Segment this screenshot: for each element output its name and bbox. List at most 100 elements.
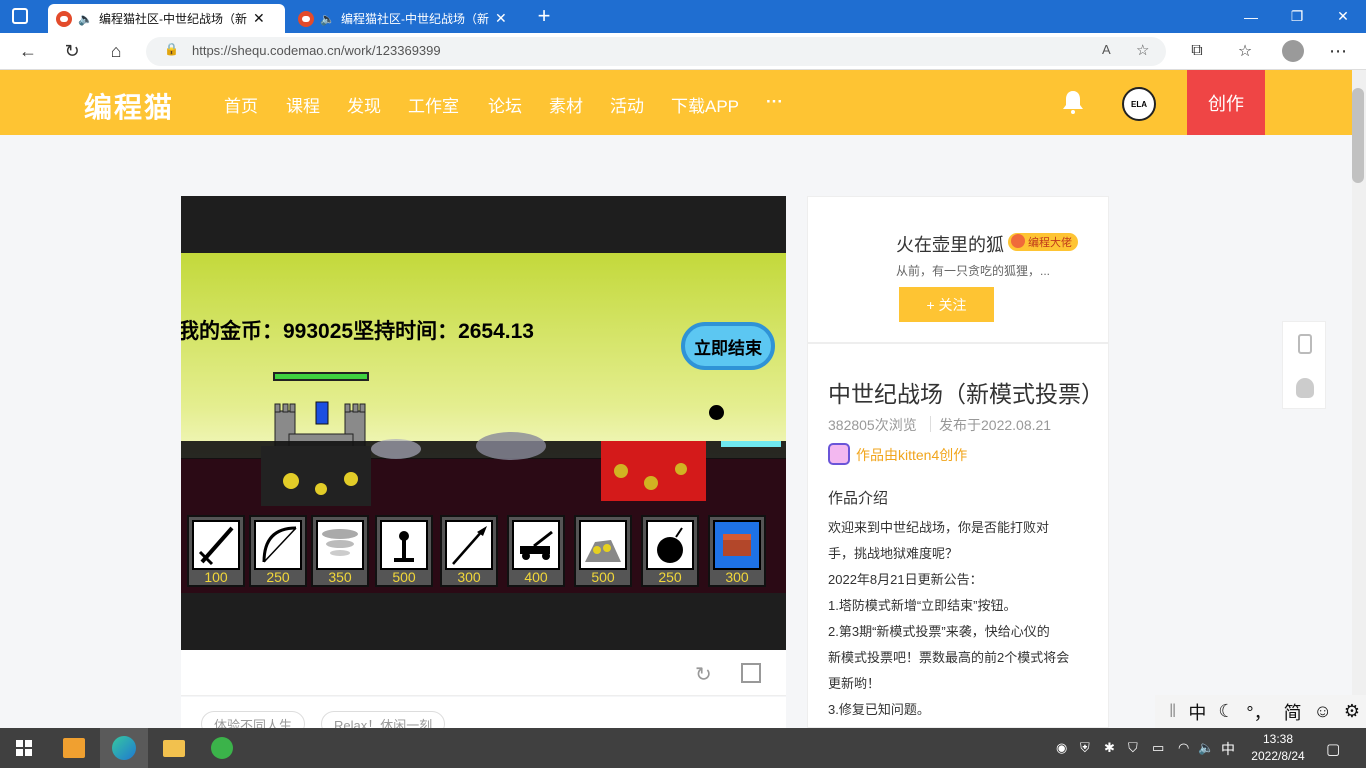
unit-button-catapult[interactable]: 400 bbox=[507, 515, 565, 587]
castle-health-bar bbox=[273, 372, 369, 381]
unit-cost: 100 bbox=[204, 569, 228, 585]
author-bio: 从前，有一只贪吃的狐狸，... bbox=[896, 264, 1051, 278]
codemao-favicon-icon bbox=[56, 10, 72, 27]
create-button[interactable]: 创作 bbox=[1187, 70, 1265, 135]
browser-tab[interactable]: 🔈 编程猫社区-中世纪战场（新 ✕ bbox=[290, 4, 527, 33]
creator-link[interactable]: 作品由kitten4创作 bbox=[856, 445, 967, 465]
battery-icon[interactable]: ▭ bbox=[1152, 740, 1164, 756]
unit-button-tornado[interactable]: 350 bbox=[311, 515, 369, 587]
intro-line: 更新哟！ bbox=[828, 676, 881, 691]
browser-tab-active[interactable]: 🔈 编程猫社区-中世纪战场（新 ✕ bbox=[48, 4, 285, 33]
nav-courses[interactable]: 课程 bbox=[286, 92, 320, 117]
treasure-icon bbox=[713, 520, 761, 570]
restart-icon[interactable]: ↻ bbox=[695, 662, 712, 687]
tab-close-button[interactable]: ✕ bbox=[253, 10, 265, 27]
unit-button-bow[interactable]: 250 bbox=[249, 515, 307, 587]
tag-row: 体验不同人生 Relax！休闲一刻 bbox=[181, 697, 786, 737]
home-icon[interactable]: ⌂ bbox=[100, 35, 132, 67]
speaker-icon[interactable]: 🔈 bbox=[78, 12, 93, 26]
record-icon[interactable]: ◉ bbox=[1056, 740, 1067, 756]
intro-heading: 作品介绍 bbox=[828, 490, 889, 507]
unit-cost: 250 bbox=[266, 569, 290, 585]
emoji-icon[interactable]: ☺ bbox=[1314, 701, 1332, 722]
new-tab-button[interactable]: + bbox=[532, 3, 556, 29]
defender-icon[interactable]: ⛉ bbox=[1128, 740, 1138, 756]
end-game-button[interactable]: 立即结束 bbox=[681, 322, 775, 370]
extensions-icon[interactable]: ⧉ bbox=[1181, 35, 1213, 67]
ime-handle-icon[interactable]: ‖ bbox=[1169, 701, 1176, 722]
bluetooth-icon[interactable]: ✱ bbox=[1104, 740, 1115, 756]
wifi-icon[interactable]: ◠ bbox=[1178, 740, 1189, 756]
tray-language[interactable]: 中 bbox=[1221, 739, 1235, 759]
bell-icon[interactable] bbox=[1062, 90, 1084, 114]
view-count: 382805次浏览 bbox=[828, 417, 917, 433]
moon-icon[interactable]: ☾ bbox=[1218, 701, 1234, 722]
browser-toolbar: ← ↻ ⌂ 🔒 https://shequ.codemao.cn/work/12… bbox=[0, 33, 1366, 70]
more-menu-icon[interactable]: ⋯ bbox=[1322, 35, 1354, 67]
cannonball bbox=[709, 405, 724, 420]
tab-close-button[interactable]: ✕ bbox=[495, 10, 507, 27]
close-window-button[interactable]: ✕ bbox=[1320, 0, 1366, 33]
nav-more[interactable]: ··· bbox=[766, 92, 783, 112]
lock-icon[interactable]: 🔒 bbox=[164, 42, 179, 56]
clock[interactable]: 13:38 2022/8/24 bbox=[1240, 731, 1316, 765]
work-title: 中世纪战场（新模式投票） bbox=[828, 381, 1093, 407]
speaker-icon[interactable]: 🔈 bbox=[320, 12, 335, 26]
nav-studio[interactable]: 工作室 bbox=[408, 92, 459, 117]
refresh-button[interactable]: ↻ bbox=[56, 35, 88, 67]
settings-gear-icon[interactable]: ⚙ bbox=[1344, 701, 1360, 722]
scrollbar-thumb[interactable] bbox=[1352, 88, 1364, 183]
nav-home[interactable]: 首页 bbox=[224, 92, 258, 117]
follow-button[interactable]: + 关注 bbox=[899, 287, 994, 322]
phone-icon[interactable] bbox=[1298, 334, 1312, 354]
qq-icon[interactable] bbox=[1296, 378, 1314, 398]
game-player[interactable]: 我的金币：99302​5坚持时间：2654.13 立即结束 100 250 35… bbox=[181, 196, 786, 650]
unit-button-gold-mine[interactable]: 500 bbox=[574, 515, 632, 587]
game-hud-text: 我的金币：99302​5坚持时间：2654.13 bbox=[181, 320, 534, 343]
tab-actions-icon[interactable] bbox=[12, 8, 28, 24]
unit-button-tesla[interactable]: 500 bbox=[375, 515, 433, 587]
read-aloud-icon[interactable]: A bbox=[1102, 42, 1111, 57]
nav-forum[interactable]: 论坛 bbox=[488, 92, 522, 117]
store-icon[interactable] bbox=[50, 728, 98, 768]
start-windows-icon[interactable] bbox=[0, 728, 48, 768]
volume-icon[interactable]: 🔈 bbox=[1198, 740, 1214, 756]
ime-simplified[interactable]: 简 bbox=[1284, 699, 1302, 725]
unit-button-treasure[interactable]: 300 bbox=[708, 515, 766, 587]
favorites-icon[interactable]: ☆ bbox=[1229, 35, 1261, 67]
user-avatar[interactable]: ELA bbox=[1122, 87, 1156, 121]
ime-punctuation[interactable]: °， bbox=[1246, 699, 1271, 725]
back-button[interactable]: ← bbox=[12, 35, 44, 67]
unit-button-bomb[interactable]: 250 bbox=[641, 515, 699, 587]
unit-cost: 500 bbox=[392, 569, 416, 585]
unit-button-sword[interactable]: 100 bbox=[187, 515, 245, 587]
shield-icon[interactable]: ⛨ bbox=[1080, 740, 1090, 756]
nav-download-app[interactable]: 下载APP bbox=[671, 92, 739, 117]
unit-cost: 400 bbox=[524, 569, 548, 585]
nav-materials[interactable]: 素材 bbox=[549, 92, 583, 117]
tornado-icon bbox=[316, 520, 364, 570]
profile-avatar[interactable] bbox=[1282, 40, 1304, 62]
nav-activity[interactable]: 活动 bbox=[610, 92, 644, 117]
fullscreen-icon[interactable] bbox=[741, 663, 761, 683]
file-explorer-icon[interactable] bbox=[150, 728, 198, 768]
ime-language[interactable]: 中 bbox=[1188, 699, 1206, 725]
edge-icon[interactable] bbox=[100, 728, 148, 768]
minimize-button[interactable]: — bbox=[1228, 0, 1274, 33]
address-bar[interactable]: 🔒 https://shequ.codemao.cn/work/12336939… bbox=[146, 37, 1166, 66]
nav-discover[interactable]: 发现 bbox=[347, 92, 381, 117]
game-controls: ↻ bbox=[181, 650, 786, 696]
unit-cost: 250 bbox=[658, 569, 682, 585]
favorite-add-icon[interactable]: ☆ bbox=[1136, 41, 1149, 59]
restore-button[interactable]: ❐ bbox=[1274, 0, 1320, 33]
author-name[interactable]: 火在壶里的狐 bbox=[896, 231, 1004, 257]
game-stage[interactable]: 我的金币：99302​5坚持时间：2654.13 立即结束 100 250 35… bbox=[181, 253, 786, 593]
notification-icon[interactable]: ▢ bbox=[1326, 740, 1340, 758]
app-green-icon[interactable] bbox=[198, 728, 246, 768]
url-text[interactable]: https://shequ.codemao.cn/work/123369399 bbox=[192, 43, 441, 58]
bomb-icon bbox=[646, 520, 694, 570]
intro-line: 欢迎来到中世纪战场，你是否能打败对 bbox=[828, 520, 1050, 535]
unit-button-spear[interactable]: 300 bbox=[440, 515, 498, 587]
codemao-logo[interactable]: 编程猫 bbox=[84, 86, 174, 126]
catapult-icon bbox=[512, 520, 560, 570]
